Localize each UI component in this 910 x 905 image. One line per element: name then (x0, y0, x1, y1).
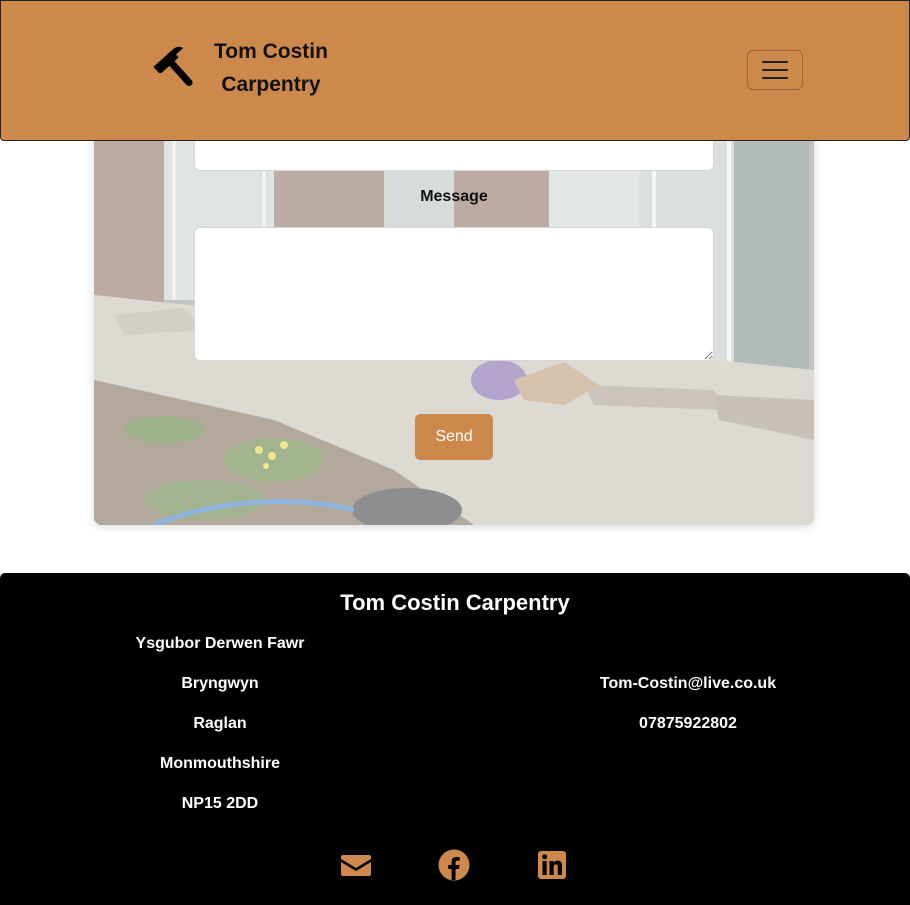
message-textarea[interactable] (194, 227, 714, 361)
address-block: Ysgubor Derwen Fawr Bryngwyn Raglan Monm… (110, 634, 330, 834)
address-line: Ysgubor Derwen Fawr (135, 635, 305, 652)
facebook-icon[interactable] (438, 849, 470, 881)
phone-text: 07875922802 (639, 715, 737, 732)
menu-icon-bar (762, 77, 788, 79)
brand-link[interactable]: Tom Costin Carpentry (151, 35, 331, 101)
footer: Tom Costin Carpentry Ysgubor Derwen Fawr… (0, 573, 910, 905)
envelope-icon[interactable] (340, 849, 372, 881)
social-links (0, 849, 910, 881)
address-line: Bryngwyn (181, 675, 259, 692)
linkedin-icon[interactable] (538, 849, 566, 881)
menu-icon-bar (762, 61, 788, 63)
email-text: Tom-Costin@live.co.uk (599, 675, 777, 692)
navbar: Tom Costin Carpentry (0, 0, 910, 141)
hammer-icon (153, 46, 193, 86)
contact-details: Tom-Costin@live.co.uk 07875922802 (568, 674, 808, 754)
contact-form-card: Message Send (94, 100, 814, 525)
footer-title: Tom Costin Carpentry (340, 590, 570, 615)
address-line: NP15 2DD (181, 795, 259, 812)
send-button[interactable]: Send (415, 414, 493, 460)
brand-name-line2: Carpentry (221, 73, 321, 96)
address-line: Monmouthshire (160, 755, 280, 772)
brand-name: Tom Costin Carpentry (211, 35, 331, 101)
brand-name-line1: Tom Costin (214, 40, 328, 63)
message-label: Message (420, 188, 488, 205)
menu-toggle-button[interactable] (747, 50, 803, 90)
menu-icon-bar (762, 69, 788, 71)
address-line: Raglan (193, 715, 247, 732)
